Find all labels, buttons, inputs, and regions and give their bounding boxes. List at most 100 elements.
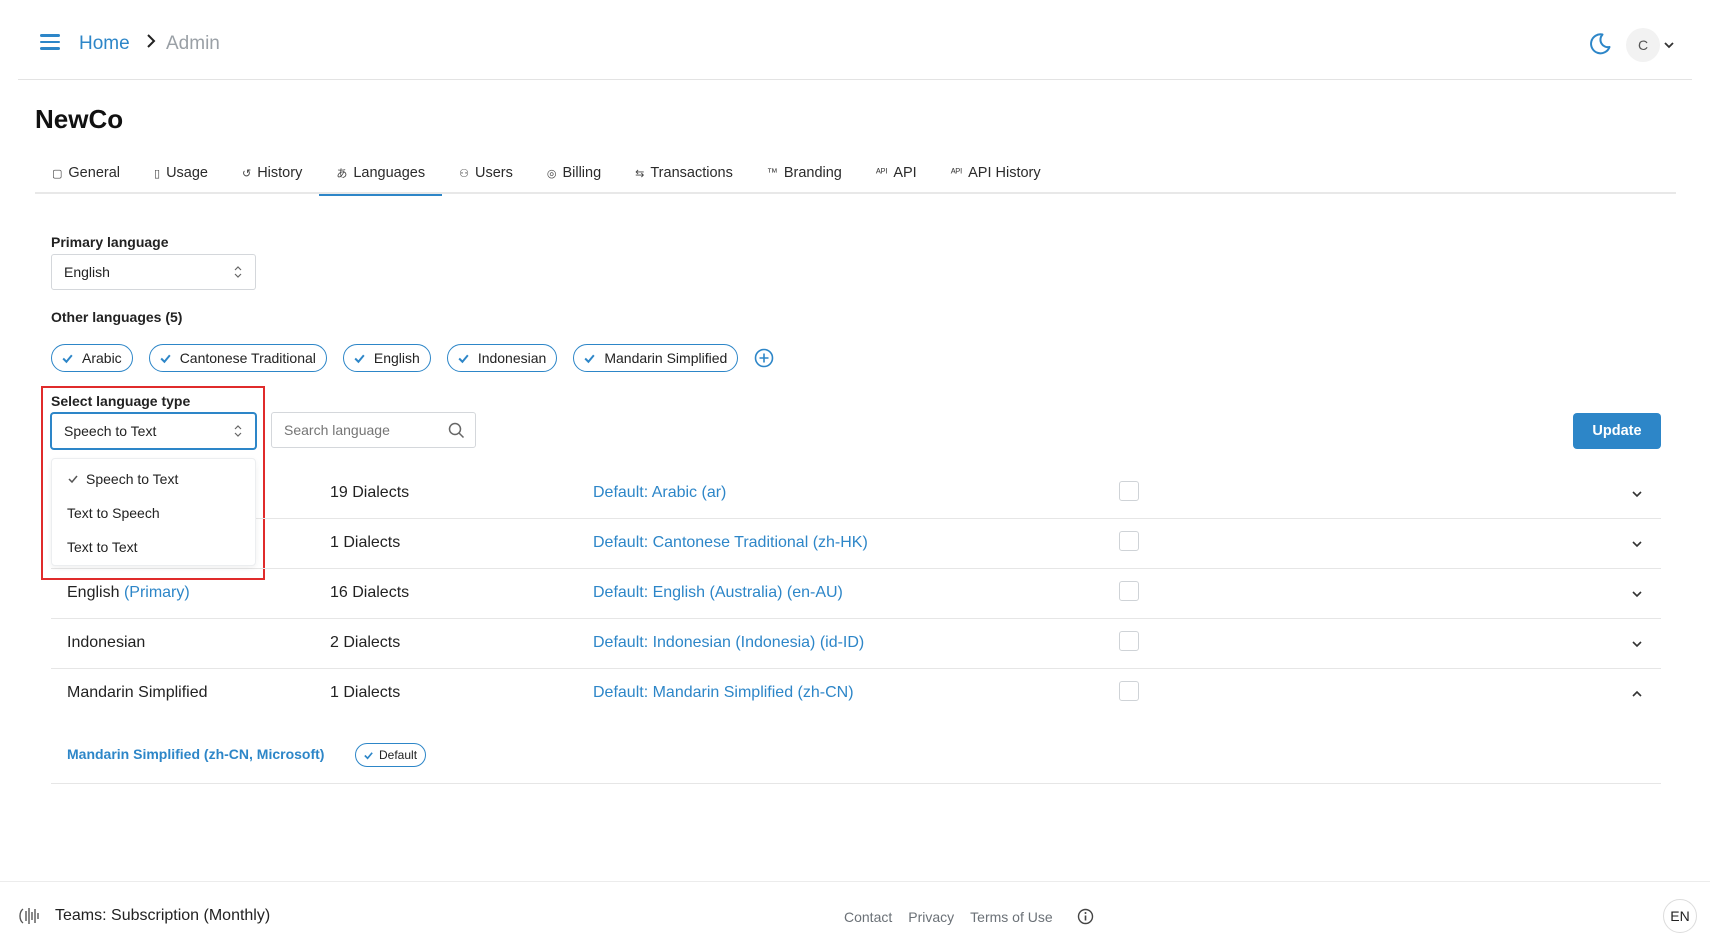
- tab-languages[interactable]: あ Languages: [319, 152, 442, 196]
- menu-option-text-to-text[interactable]: Text to Text: [67, 539, 138, 555]
- dialect-count: 1 Dialects: [330, 684, 401, 701]
- row-checkbox[interactable]: [1119, 531, 1139, 551]
- primary-language-select[interactable]: English: [51, 254, 256, 290]
- updown-icon: [234, 266, 242, 278]
- search-icon[interactable]: [448, 422, 465, 439]
- footer-link-terms[interactable]: Terms of Use: [970, 909, 1052, 925]
- tab-users[interactable]: ⚇ Users: [442, 152, 530, 194]
- language-chip[interactable]: English: [342, 344, 431, 372]
- chevron-up-icon[interactable]: [1631, 688, 1643, 700]
- tm-icon: ™: [766, 167, 778, 179]
- language-switcher-button[interactable]: EN: [1663, 899, 1697, 933]
- chevron-down-icon[interactable]: [1631, 538, 1643, 550]
- add-language-icon[interactable]: [754, 348, 774, 368]
- dialect-link[interactable]: Mandarin Simplified (zh-CN, Microsoft): [67, 746, 324, 762]
- language-chip[interactable]: Indonesian: [446, 344, 558, 372]
- chip-label: Indonesian: [477, 350, 547, 366]
- primary-language-label: Primary language: [51, 234, 169, 250]
- updown-icon: [234, 425, 242, 437]
- language-type-menu: Speech to Text Text to Speech Text to Text: [51, 458, 256, 566]
- tab-transactions[interactable]: ⇆ Transactions: [618, 152, 750, 194]
- row-checkbox[interactable]: [1119, 681, 1139, 701]
- row-checkbox[interactable]: [1119, 581, 1139, 601]
- menu-option-speech-to-text[interactable]: Speech to Text: [67, 471, 178, 487]
- tab-bar: ▢ General ▯ Usage ↺ History あ Languages ⚇ Users ◎ B…: [35, 152, 1676, 196]
- tab-label: API History: [968, 165, 1041, 181]
- tab-label: Users: [474, 165, 513, 181]
- dialect-count: 1 Dialects: [330, 534, 401, 551]
- chevron-down-icon[interactable]: [1663, 39, 1675, 51]
- primary-language-value: English: [64, 264, 110, 280]
- search-input[interactable]: [284, 422, 434, 438]
- battery-icon: ▯: [154, 167, 161, 180]
- tab-billing[interactable]: ◎ Billing: [530, 152, 618, 194]
- footer-link-privacy[interactable]: Privacy: [908, 909, 954, 925]
- table-row[interactable]: Indonesian 2 Dialects Default: Indonesian …: [51, 619, 1661, 669]
- expanded-language-detail: Mandarin Simplified (zh-CN, Microsoft) D…: [51, 724, 1661, 784]
- language-name: Mandarin Simplified: [67, 684, 208, 702]
- language-name: English (Primary): [67, 584, 190, 602]
- chip-label: Cantonese Traditional: [179, 350, 316, 366]
- tab-label: Languages: [353, 165, 426, 181]
- other-languages-label: Other languages (5): [51, 309, 183, 325]
- chip-label: Mandarin Simplified: [604, 350, 728, 366]
- tab-label: Transactions: [650, 165, 733, 181]
- page-title: NewCo: [35, 104, 124, 134]
- chevron-right-icon: [147, 34, 156, 48]
- table-row[interactable]: 19 Dialects Default: Arabic (ar): [51, 469, 1661, 519]
- default-badge-label: Default: [379, 748, 418, 762]
- language-name-text: Indonesian: [67, 634, 146, 651]
- default-dialect-link[interactable]: Default: Indonesian (Indonesia) (id-ID): [593, 634, 864, 652]
- breadcrumb-current: Admin: [166, 33, 220, 54]
- tab-label: API: [893, 165, 917, 181]
- tab-usage[interactable]: ▯ Usage: [137, 152, 225, 194]
- top-header: Home Admin C: [18, 0, 1692, 80]
- footer-link-contact[interactable]: Contact: [844, 909, 892, 925]
- footer: Teams: Subscription (Monthly) Contact Pr…: [0, 881, 1710, 945]
- user-icon: ⚇: [459, 167, 469, 180]
- default-dialect-link[interactable]: Default: Mandarin Simplified (zh-CN): [593, 684, 854, 702]
- tab-label: Branding: [783, 165, 842, 181]
- language-type-select[interactable]: Speech to Text: [51, 413, 256, 449]
- default-dialect-link[interactable]: Default: Cantonese Traditional (zh-HK): [593, 534, 868, 552]
- update-button[interactable]: Update: [1573, 413, 1661, 449]
- default-dialect-link[interactable]: Default: Arabic (ar): [593, 484, 726, 502]
- chevron-down-icon[interactable]: [1631, 588, 1643, 600]
- row-checkbox[interactable]: [1119, 631, 1139, 651]
- translate-icon: あ: [336, 168, 348, 180]
- tab-label: Billing: [562, 165, 602, 181]
- arrows-icon: ⇆: [635, 167, 645, 180]
- language-type-label: Select language type: [51, 393, 191, 409]
- dark-mode-icon[interactable]: [1588, 32, 1612, 56]
- footer-links: Contact Privacy Terms of Use: [844, 909, 1069, 925]
- history-icon: ↺: [241, 167, 252, 180]
- avatar[interactable]: C: [1626, 28, 1660, 62]
- menu-icon[interactable]: [40, 34, 60, 50]
- tab-api[interactable]: ᴬᴾᴵ API: [859, 152, 934, 194]
- table-row[interactable]: Mandarin Simplified 1 Dialects Default: Ma…: [51, 669, 1661, 719]
- chevron-down-icon[interactable]: [1631, 638, 1643, 650]
- menu-option-text-to-speech[interactable]: Text to Speech: [67, 505, 160, 521]
- tab-branding[interactable]: ™ Branding: [750, 152, 859, 194]
- menu-option-label: Text to Speech: [67, 505, 160, 521]
- tab-label: Usage: [166, 165, 208, 181]
- primary-tag: (Primary): [123, 584, 190, 601]
- table-row[interactable]: 1 Dialects Default: Cantonese Traditional…: [51, 519, 1661, 569]
- tab-api-history[interactable]: ᴬᴾᴵ API History: [934, 152, 1058, 194]
- search-language-field[interactable]: [271, 412, 476, 448]
- tab-history[interactable]: ↺ History: [225, 152, 319, 194]
- default-dialect-link[interactable]: Default: English (Australia) (en-AU): [593, 584, 843, 602]
- breadcrumb-home[interactable]: Home: [79, 33, 130, 55]
- square-icon: ▢: [52, 167, 63, 180]
- check-icon: [160, 354, 171, 363]
- language-chip[interactable]: Cantonese Traditional: [148, 344, 327, 372]
- language-chips: Arabic Cantonese Traditional English Indone…: [51, 344, 774, 372]
- chevron-down-icon[interactable]: [1631, 488, 1643, 500]
- info-icon[interactable]: [1077, 908, 1094, 925]
- tab-general[interactable]: ▢ General: [35, 152, 137, 194]
- language-chip[interactable]: Mandarin Simplified: [573, 344, 739, 372]
- language-chip[interactable]: Arabic: [51, 344, 133, 372]
- table-row[interactable]: English (Primary) 16 Dialects Default: Eng…: [51, 569, 1661, 619]
- row-checkbox[interactable]: [1119, 481, 1139, 501]
- check-icon: [62, 354, 73, 363]
